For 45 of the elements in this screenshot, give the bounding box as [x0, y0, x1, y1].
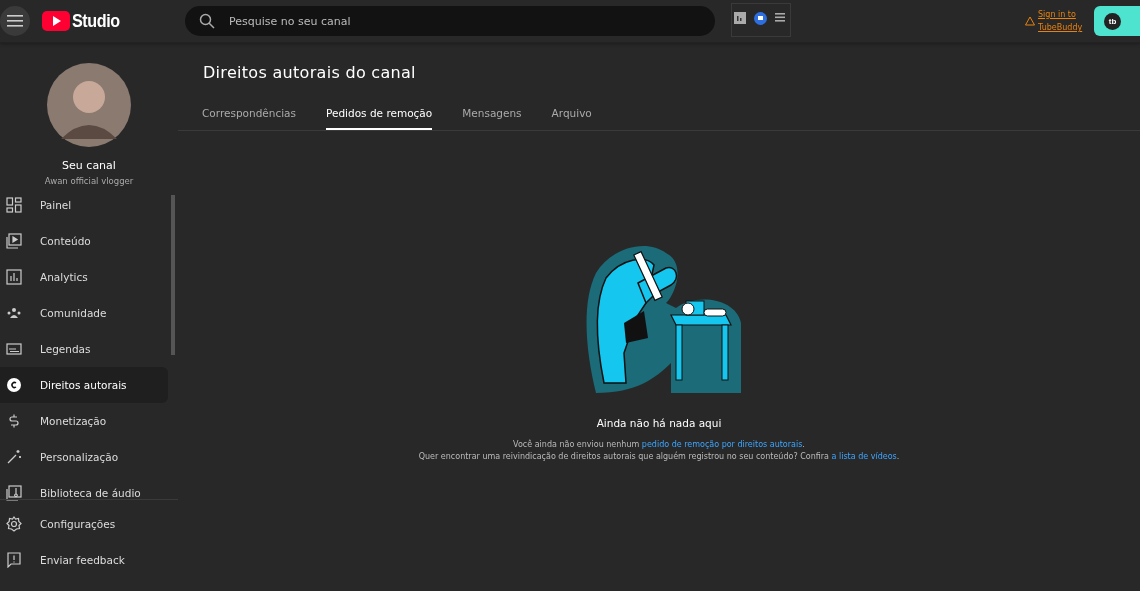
- nav-item[interactable]: Personalização: [0, 439, 168, 475]
- channel-title: Seu canal: [62, 159, 116, 172]
- dollar-icon: [6, 413, 22, 429]
- subtitles-icon: [6, 341, 22, 357]
- community-icon: [6, 305, 22, 321]
- content-icon: [6, 233, 22, 249]
- tubebuddy-button[interactable]: tb: [1094, 6, 1140, 36]
- tab[interactable]: Arquivo: [551, 100, 592, 130]
- nav-item[interactable]: Legendas: [0, 331, 168, 367]
- analytics-icon: [6, 269, 22, 285]
- dashboard-icon: [6, 197, 22, 213]
- menu-button[interactable]: [0, 6, 30, 36]
- settings-icon: [6, 516, 22, 532]
- nav-item[interactable]: Painel: [0, 187, 168, 223]
- nav-item[interactable]: Conteúdo: [0, 223, 168, 259]
- empty-message: Quer encontrar uma reivindicação de direitos autorais que alguém registrou no seu conteúdo? Confira a lista de vídeos.: [418, 452, 900, 461]
- tab[interactable]: Pedidos de remoção: [326, 100, 433, 130]
- channel-name: Awan official vlogger: [44, 176, 134, 186]
- menu-icon: [7, 15, 23, 27]
- nav-item[interactable]: Direitos autorais: [0, 367, 168, 403]
- tab[interactable]: Correspondências: [202, 100, 297, 130]
- avatar[interactable]: [47, 63, 131, 147]
- text-link[interactable]: a lista de vídeos: [831, 452, 897, 461]
- empty-message: Você ainda não enviou nenhum pedido de remoção por direitos autorais.: [513, 440, 805, 449]
- logo-text: Studio: [72, 10, 120, 32]
- page-title: Direitos autorais do canal: [203, 63, 417, 82]
- feedback-icon: [6, 552, 22, 568]
- nav-item[interactable]: Enviar feedback: [0, 542, 178, 578]
- audio-icon: [6, 485, 22, 501]
- nav-item[interactable]: Analytics: [0, 259, 168, 295]
- warning-icon: [1025, 16, 1035, 26]
- flag-icon[interactable]: [754, 12, 767, 25]
- sign-in-link[interactable]: Sign in to TubeBuddy: [1038, 8, 1086, 34]
- empty-heading: Ainda não há nada aqui: [596, 417, 722, 429]
- tubebuddy-badge: tb: [1104, 12, 1121, 30]
- list-icon[interactable]: [775, 12, 785, 22]
- chart-icon[interactable]: [734, 12, 746, 24]
- copyright-icon: [6, 377, 22, 393]
- wand-icon: [6, 449, 22, 465]
- search-icon: [199, 13, 215, 29]
- search-field[interactable]: Pesquise no seu canal: [185, 6, 715, 36]
- play-logo-icon: [42, 11, 70, 31]
- nav-item[interactable]: Comunidade: [0, 295, 168, 331]
- tab[interactable]: Mensagens: [462, 100, 522, 130]
- nav-item[interactable]: Monetização: [0, 403, 168, 439]
